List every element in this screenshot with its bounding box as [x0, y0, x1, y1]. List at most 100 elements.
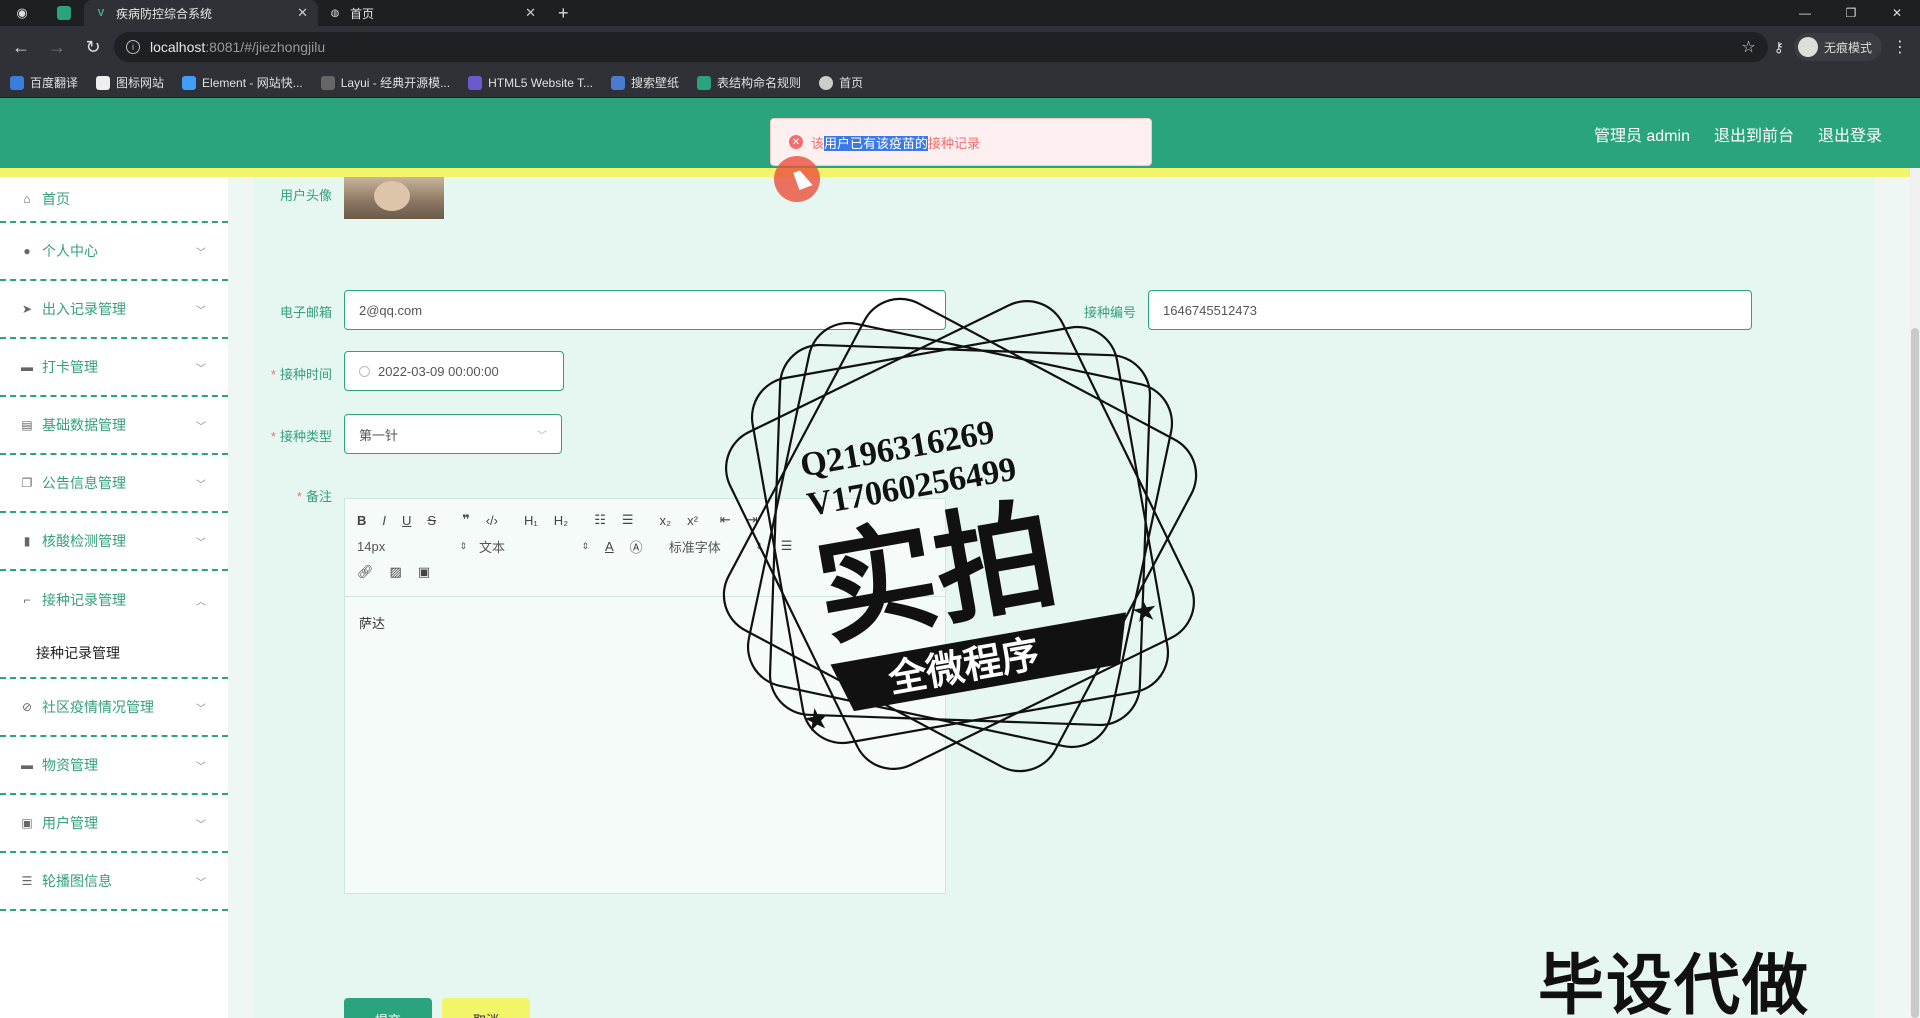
bookmark-item[interactable]: 搜索壁纸: [611, 74, 679, 91]
new-tab-icon[interactable]: +: [546, 0, 581, 26]
font-color-icon[interactable]: A: [605, 539, 614, 554]
indent-icon[interactable]: ⇥: [747, 512, 758, 528]
bookmark-item[interactable]: HTML5 Website T...: [468, 75, 593, 90]
heading1-icon[interactable]: H₁: [524, 513, 538, 528]
rich-text-editor[interactable]: B I U S ❞ ‹/› H₁ H₂ ☷ ☰ x₂ x² ⇤ ⇥ 14px ⇕ …: [344, 498, 946, 894]
chevron-down-icon: ﹀: [196, 421, 206, 433]
bookmarks-bar: 百度翻译 图标网站 Element - 网站快... Layui - 经典开源模…: [0, 68, 1920, 98]
sidebar-item-community[interactable]: ⊘ 社区疫情情况管理 ﹀: [0, 679, 228, 737]
copy-icon: ❐: [21, 476, 33, 490]
forward-icon[interactable]: →: [42, 32, 72, 62]
vaccination-type-label: * 接种类型: [270, 429, 332, 444]
bullet-list-icon[interactable]: ☰: [622, 512, 634, 528]
underline-icon[interactable]: U: [402, 513, 411, 528]
bookmark-star-icon[interactable]: ☆: [1741, 37, 1755, 57]
sidebar-item-entry-records[interactable]: ➤ 出入记录管理 ﹀: [0, 281, 228, 339]
window-controls: — ❐ ✕: [1782, 0, 1920, 26]
bookmark-item[interactable]: 表结构命名规则: [697, 74, 801, 91]
home-icon: ⌂: [23, 192, 31, 206]
sidebar-item-checkin[interactable]: ▬ 打卡管理 ﹀: [0, 339, 228, 397]
restore-icon[interactable]: ❐: [1828, 6, 1874, 20]
sidebar-item-home[interactable]: ⌂ 首页: [0, 177, 228, 223]
vue-logo-icon: V: [97, 7, 105, 19]
ordered-list-icon[interactable]: ☷: [594, 512, 606, 528]
user-icon: ●: [23, 244, 31, 258]
sidebar-item-carousel[interactable]: ☰ 轮播图信息 ﹀: [0, 853, 228, 911]
scrollbar[interactable]: [1910, 168, 1920, 1018]
chevron-down-icon: ﹀: [196, 363, 206, 375]
toast-message: 该用户已有该疫苗的接种记录: [811, 135, 981, 151]
sidebar-item-profile[interactable]: ● 个人中心 ﹀: [0, 223, 228, 281]
image-icon[interactable]: ▨: [390, 564, 402, 580]
quote-icon[interactable]: ❞: [462, 512, 470, 528]
strikethrough-icon[interactable]: S: [427, 513, 436, 528]
incognito-badge[interactable]: 无痕模式: [1793, 33, 1882, 61]
back-to-front-link[interactable]: 退出到前台: [1714, 122, 1794, 146]
more-menu-icon[interactable]: ⋮: [1892, 37, 1908, 57]
chevron-down-icon: ﹀: [537, 430, 547, 442]
chevron-down-icon: ﹀: [196, 703, 206, 715]
bar-chart-icon: ▮: [23, 534, 31, 548]
sidebar-item-notice[interactable]: ❐ 公告信息管理 ﹀: [0, 455, 228, 513]
close-icon[interactable]: ✕: [525, 5, 536, 21]
sidebar-item-base-data[interactable]: ▤ 基础数据管理 ﹀: [0, 397, 228, 455]
bookmark-item[interactable]: Layui - 经典开源模...: [320, 74, 450, 91]
vaccination-code-field[interactable]: 1646745512473: [1148, 290, 1752, 330]
sidebar-item-users[interactable]: ▣ 用户管理 ﹀: [0, 795, 228, 853]
logout-link[interactable]: 退出登录: [1818, 122, 1882, 146]
url-host: localhost: [150, 39, 206, 55]
tab-active[interactable]: V 疾病防控综合系统 ✕: [84, 0, 318, 26]
bookmark-item[interactable]: 百度翻译: [10, 74, 78, 91]
clock-icon: [359, 365, 370, 377]
bookmark-item[interactable]: Element - 网站快...: [182, 74, 303, 91]
vaccination-time-picker[interactable]: 2022-03-09 00:00:00: [344, 351, 564, 391]
italic-icon[interactable]: I: [382, 513, 386, 528]
subscript-icon[interactable]: x₂: [660, 513, 672, 528]
editor-content[interactable]: 萨达: [345, 597, 945, 648]
tab-group-icon[interactable]: [44, 0, 84, 26]
info-icon[interactable]: i: [126, 40, 140, 54]
chevron-down-icon: ﹀: [196, 877, 206, 889]
editor-toolbar: B I U S ❞ ‹/› H₁ H₂ ☷ ☰ x₂ x² ⇤ ⇥ 14px ⇕ …: [345, 499, 945, 597]
align-icon[interactable]: ☰: [781, 538, 793, 554]
scrollbar-thumb[interactable]: [1911, 328, 1919, 1018]
url-input[interactable]: i localhost:8081/#/jiezhongjilu ☆: [114, 32, 1768, 62]
url-path: :8081/#/jiezhongjilu: [205, 39, 326, 55]
reload-icon[interactable]: ↻: [78, 32, 108, 62]
text-type-select[interactable]: 文本 ⇕: [479, 537, 589, 556]
sidebar-item-supplies[interactable]: ▬ 物资管理 ﹀: [0, 737, 228, 795]
tab-search-icon[interactable]: ◉: [0, 0, 44, 26]
font-family-select[interactable]: 标准字体 ⇕: [669, 537, 763, 556]
background-color-icon[interactable]: Ⓐ: [630, 537, 643, 556]
email-field[interactable]: 2@qq.com: [344, 290, 946, 330]
minimize-icon[interactable]: —: [1782, 6, 1828, 20]
heading2-icon[interactable]: H₂: [554, 513, 568, 528]
key-icon[interactable]: ⚷: [1774, 39, 1784, 56]
outdent-icon[interactable]: ⇤: [720, 512, 731, 528]
note-label: * 备注: [296, 489, 332, 504]
translate-icon: [10, 75, 24, 90]
tab-title: 疾病防控综合系统: [116, 6, 213, 21]
superscript-icon[interactable]: x²: [687, 513, 698, 528]
tab-inactive[interactable]: ◍ 首页 ✕: [318, 0, 546, 26]
layui-logo-icon: [320, 75, 335, 90]
bookmark-item[interactable]: 首页: [819, 74, 863, 91]
cancel-button[interactable]: 取消: [442, 998, 530, 1018]
sidebar-subitem-vaccination[interactable]: 接种记录管理: [0, 629, 228, 679]
close-window-icon[interactable]: ✕: [1874, 6, 1920, 20]
email-label: 电子邮箱: [279, 305, 332, 320]
vaccination-type-select[interactable]: 第一针 ﹀: [344, 414, 562, 454]
back-icon[interactable]: ←: [6, 32, 36, 62]
sidebar-item-nucleic-test[interactable]: ▮ 核酸检测管理 ﹀: [0, 513, 228, 571]
close-icon[interactable]: ✕: [297, 5, 308, 21]
chevron-down-icon: ﹀: [196, 537, 206, 549]
bold-icon[interactable]: B: [357, 513, 366, 528]
send-icon: ➤: [21, 302, 33, 316]
sidebar-item-vaccination[interactable]: ⌐ 接种记录管理 ︿: [0, 571, 228, 629]
video-icon[interactable]: ▣: [418, 564, 430, 580]
submit-button[interactable]: 提交: [344, 998, 432, 1018]
bookmark-item[interactable]: 图标网站: [96, 74, 164, 91]
code-icon[interactable]: ‹/›: [486, 513, 498, 528]
link-icon[interactable]: 🔗︎: [357, 564, 374, 580]
font-size-select[interactable]: 14px ⇕: [357, 539, 467, 554]
